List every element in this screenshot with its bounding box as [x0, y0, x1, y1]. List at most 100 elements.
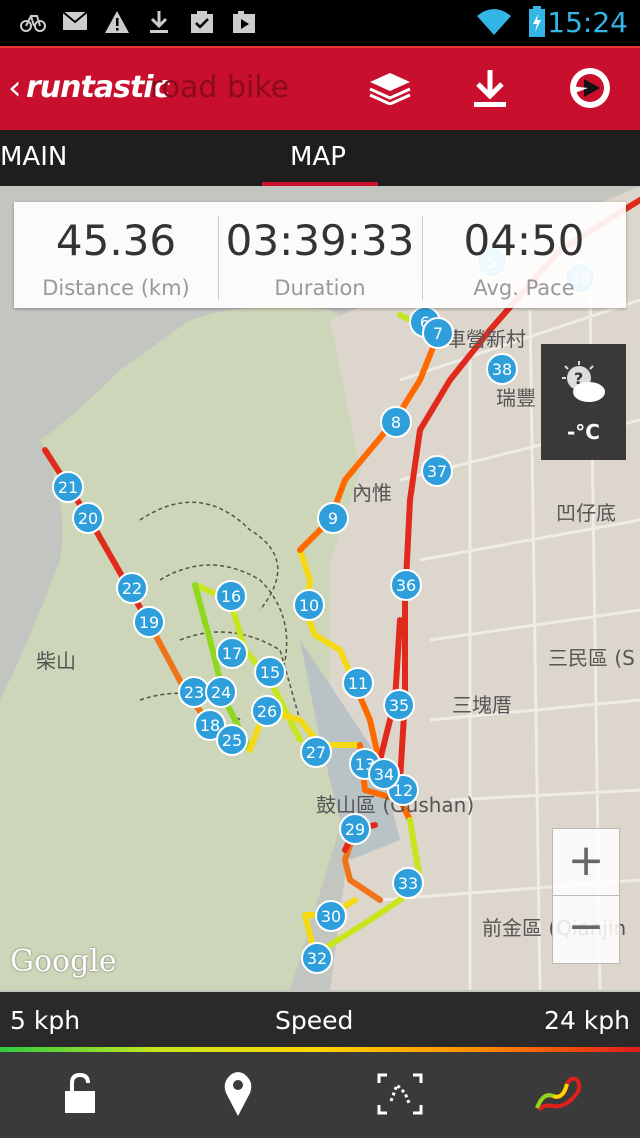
route-marker-label: 30	[321, 907, 341, 926]
svg-text:?: ?	[574, 369, 583, 388]
layers-icon	[368, 71, 412, 109]
route-marker-label: 15	[260, 663, 280, 682]
route-marker-23[interactable]: 23	[178, 676, 210, 708]
route-marker-label: 22	[122, 579, 142, 598]
route-marker-24[interactable]: 24	[205, 676, 237, 708]
map-label-aozaidi: 凹仔底	[556, 501, 616, 525]
route-marker-label: 32	[307, 949, 327, 968]
route-marker-21[interactable]: 21	[52, 471, 84, 503]
tab-bar: MAIN MAP	[0, 130, 640, 186]
weather-unknown-icon: ?	[561, 360, 607, 410]
map-label-sankuaicuo: 三塊厝	[452, 693, 512, 717]
app-brand: runtastic	[26, 70, 170, 105]
stat-pace-value: 04:50	[463, 216, 585, 265]
speed-min-label: 5 kph	[10, 1006, 81, 1035]
mail-icon	[62, 10, 88, 36]
route-marker-label: 8	[391, 413, 401, 432]
weather-widget[interactable]: ? -°C	[541, 344, 626, 460]
warning-icon	[104, 10, 130, 39]
route-marker-26[interactable]: 26	[251, 695, 283, 727]
stat-distance: 45.36 Distance (km)	[14, 202, 218, 308]
route-marker-37[interactable]: 37	[421, 455, 453, 487]
route-marker-15[interactable]: 15	[254, 656, 286, 688]
route-marker-label: 24	[211, 683, 231, 702]
route-marker-38[interactable]: 38	[486, 353, 518, 385]
route-marker-label: 36	[396, 576, 416, 595]
route-marker-16[interactable]: 16	[215, 580, 247, 612]
route-marker-8[interactable]: 8	[380, 406, 412, 438]
route-marker-35[interactable]: 35	[383, 689, 415, 721]
speed-title: Speed	[275, 1006, 354, 1035]
download-icon	[148, 10, 170, 39]
map-label-cheying: 車營新村	[446, 327, 526, 351]
stat-duration-value: 03:39:33	[225, 216, 415, 265]
google-attribution: Google	[10, 944, 117, 979]
zoom-controls: + −	[552, 828, 620, 964]
route-marker-7[interactable]: 7	[422, 317, 454, 349]
route-marker-label: 27	[306, 743, 326, 762]
route-marker-label: 10	[299, 596, 319, 615]
speed-max-label: 24 kph	[544, 1006, 630, 1035]
route-marker-32[interactable]: 32	[301, 942, 333, 974]
weather-temperature: -°C	[567, 420, 600, 444]
bike-notification-icon	[20, 10, 46, 39]
route-marker-label: 21	[58, 478, 78, 497]
route-marker-29[interactable]: 29	[339, 813, 371, 845]
route-marker-19[interactable]: 19	[133, 606, 165, 638]
route-marker-label: 34	[374, 765, 394, 784]
tab-map[interactable]: MAP	[290, 142, 346, 172]
stat-pace: 04:50 Avg. Pace	[422, 202, 626, 308]
share-button[interactable]	[566, 66, 614, 114]
location-button[interactable]	[212, 1070, 264, 1122]
route-marker-label: 33	[398, 874, 418, 893]
fit-route-icon	[377, 1073, 423, 1119]
route-marker-label: 18	[200, 716, 220, 735]
layers-button[interactable]	[366, 66, 414, 114]
lock-icon	[63, 1072, 97, 1119]
route-marker-20[interactable]: 20	[72, 502, 104, 534]
bottom-toolbar	[0, 1052, 640, 1138]
zoom-in-button[interactable]: +	[553, 829, 619, 896]
download-button[interactable]	[466, 66, 514, 114]
zoom-out-button[interactable]: −	[553, 895, 619, 961]
stat-pace-label: Avg. Pace	[473, 276, 575, 300]
map-label-sanmin: 三民區 (S	[548, 646, 635, 670]
location-pin-icon	[223, 1071, 253, 1121]
route-marker-34[interactable]: 34	[368, 758, 400, 790]
route-marker-17[interactable]: 17	[216, 637, 248, 669]
app-product-name: road bike	[150, 70, 290, 105]
route-marker-label: 20	[78, 509, 98, 528]
route-marker-label: 25	[222, 731, 242, 750]
lock-button[interactable]	[54, 1070, 106, 1122]
route-color-button[interactable]	[532, 1070, 584, 1122]
route-marker-label: 38	[492, 360, 512, 379]
share-icon	[568, 66, 612, 114]
route-marker-33[interactable]: 33	[392, 867, 424, 899]
route-marker-22[interactable]: 22	[116, 572, 148, 604]
route-marker-27[interactable]: 27	[300, 736, 332, 768]
route-marker-9[interactable]: 9	[317, 502, 349, 534]
wifi-icon	[476, 8, 512, 41]
route-marker-30[interactable]: 30	[315, 900, 347, 932]
route-marker-10[interactable]: 10	[293, 589, 325, 621]
map-label-chaishan: 柴山	[36, 649, 76, 673]
route-marker-label: 9	[328, 509, 338, 528]
route-marker-label: 11	[348, 674, 368, 693]
stat-duration: 03:39:33 Duration	[218, 202, 422, 308]
route-marker-25[interactable]: 25	[216, 724, 248, 756]
back-button[interactable]: ‹	[8, 68, 22, 108]
route-marker-label: 29	[345, 820, 365, 839]
app-bar: ‹ runtastic road bike	[0, 46, 640, 130]
stats-panel: 45.36 Distance (km) 03:39:33 Duration 04…	[14, 202, 626, 308]
download-icon	[470, 68, 510, 112]
route-marker-label: 23	[184, 683, 204, 702]
route-marker-label: 19	[139, 613, 159, 632]
map-label-neiwei: 內惟	[352, 481, 392, 505]
stat-distance-label: Distance (km)	[42, 276, 190, 300]
tab-main[interactable]: MAIN	[0, 142, 67, 172]
route-marker-36[interactable]: 36	[390, 569, 422, 601]
clipboard-check-icon	[190, 10, 214, 39]
route-marker-label: 35	[389, 696, 409, 715]
route-marker-11[interactable]: 11	[342, 667, 374, 699]
fit-route-button[interactable]	[374, 1070, 426, 1122]
